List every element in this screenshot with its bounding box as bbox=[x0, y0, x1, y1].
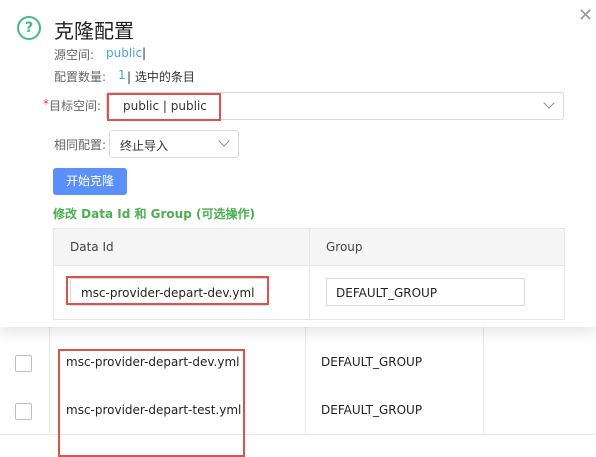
column-divider bbox=[49, 318, 50, 434]
same-config-value: 终止导入 bbox=[120, 139, 169, 153]
same-config-select[interactable]: 终止导入 bbox=[109, 130, 239, 158]
target-namespace-label: 目标空间: bbox=[49, 99, 102, 113]
dialog-title: 克隆配置 bbox=[54, 19, 134, 43]
column-header-group: Group bbox=[326, 240, 363, 254]
config-count-value: 1 bbox=[118, 68, 126, 82]
source-namespace-label: 源空间: bbox=[54, 48, 95, 62]
chevron-down-icon bbox=[543, 97, 555, 109]
row-group: DEFAULT_GROUP bbox=[321, 355, 423, 369]
edit-table: Data Id Group msc-provider-depart-dev.ym… bbox=[53, 228, 565, 320]
question-icon: ? bbox=[17, 16, 41, 40]
clone-dialog: ? 克隆配置 ✕ 源空间: public | 配置数量: 1 | 选中的条目 *… bbox=[0, 0, 596, 327]
row-checkbox[interactable] bbox=[15, 403, 32, 420]
close-icon[interactable]: ✕ bbox=[578, 5, 593, 26]
row-checkbox[interactable] bbox=[15, 355, 32, 372]
modify-hint: 修改 Data Id 和 Group (可选操作) bbox=[53, 207, 255, 221]
row-group: DEFAULT_GROUP bbox=[321, 403, 423, 417]
column-divider bbox=[309, 229, 310, 319]
group-input-value: DEFAULT_GROUP bbox=[336, 286, 438, 300]
config-count-label: 配置数量: bbox=[54, 70, 107, 84]
column-header-dataid: Data Id bbox=[70, 240, 114, 254]
chevron-down-icon bbox=[218, 135, 230, 147]
group-input[interactable]: DEFAULT_GROUP bbox=[326, 278, 525, 306]
config-count-suffix: | 选中的条目 bbox=[127, 70, 195, 84]
highlight-box bbox=[66, 276, 269, 305]
background-list: msc-provider-depart-dev.yml DEFAULT_GROU… bbox=[0, 318, 596, 457]
source-namespace-value: public bbox=[106, 46, 143, 60]
start-clone-button[interactable]: 开始克隆 bbox=[53, 168, 127, 195]
column-divider bbox=[483, 318, 484, 434]
highlight-box bbox=[107, 93, 221, 121]
source-namespace-suffix: | bbox=[142, 46, 147, 60]
column-divider bbox=[305, 318, 306, 434]
same-config-label: 相同配置: bbox=[54, 138, 107, 152]
highlight-box bbox=[58, 349, 245, 457]
